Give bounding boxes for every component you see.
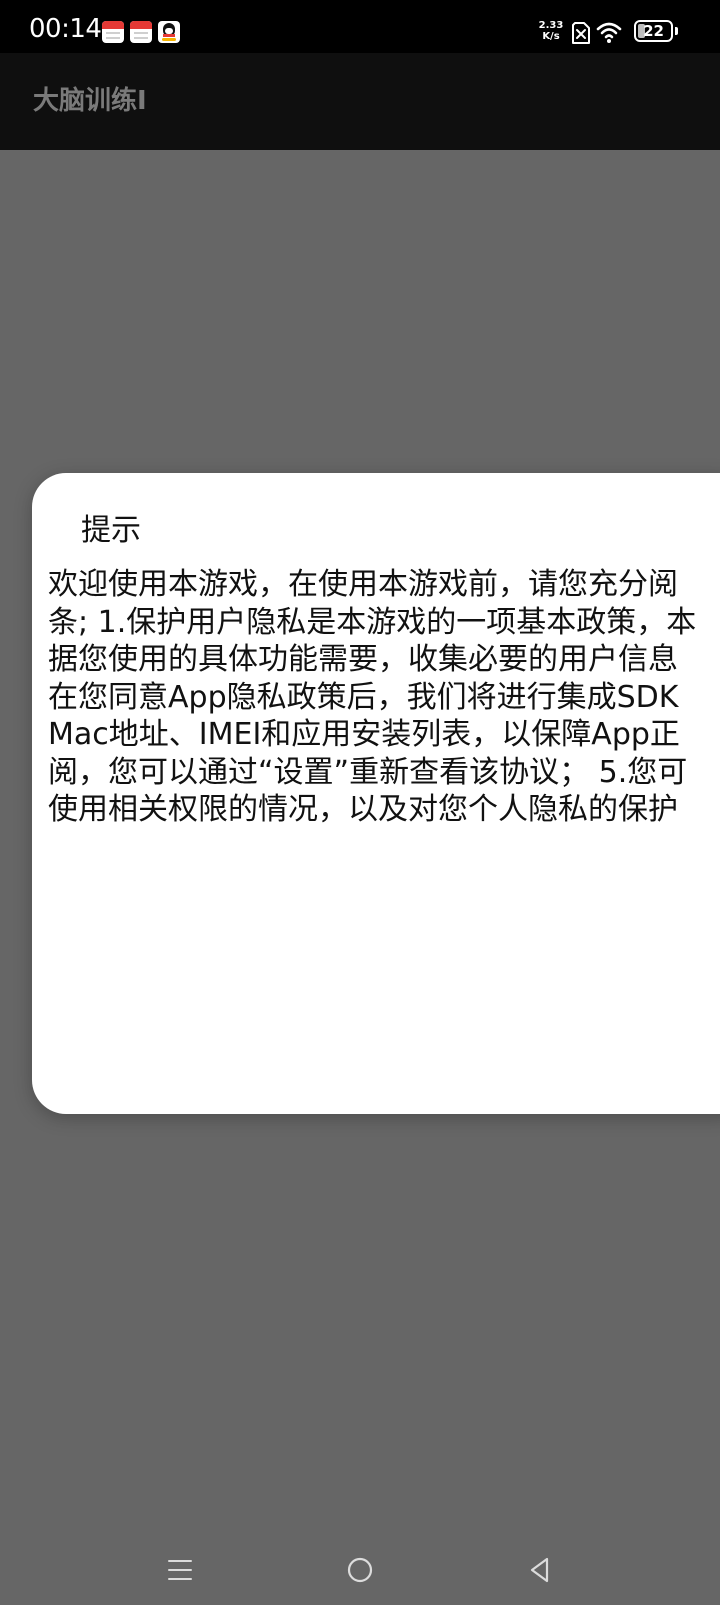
back-icon[interactable] — [524, 1554, 556, 1586]
privacy-dialog: 提示 欢迎使用本游戏，在使用本游戏前，请您充分阅 条; 1.保护用户隐私是本游戏… — [32, 473, 720, 1114]
dialog-message-line: 使用相关权限的情况，以及对您个人隐私的保护 — [48, 792, 678, 827]
status-bar: 00:14 2.33 K/s 22 — [0, 0, 720, 53]
app-title: 大脑训练I — [33, 86, 147, 116]
dialog-message-line: 阅，您可以通过“设置”重新查看该协议； 5.您可 — [48, 754, 688, 790]
battery-level: 22 — [643, 22, 664, 40]
navigation-bar — [0, 1540, 720, 1600]
menu-icon[interactable] — [164, 1554, 196, 1586]
dialog-message-line: Mac地址、IMEI和应用安装列表，以保障App正 — [48, 717, 680, 752]
wifi-icon — [596, 22, 622, 43]
app-bar: 大脑训练I — [0, 53, 720, 150]
dialog-message-line: 条; 1.保护用户隐私是本游戏的一项基本政策，本 — [48, 604, 697, 640]
screen: 00:14 2.33 K/s 22 大脑训练I 提示 欢迎使用本游戏，在使用本游… — [0, 0, 720, 1605]
dialog-message-line: 据您使用的具体功能需要，收集必要的用户信息 — [48, 642, 678, 677]
dialog-message[interactable]: 欢迎使用本游戏，在使用本游戏前，请您充分阅 条; 1.保护用户隐私是本游戏的一项… — [48, 566, 720, 829]
dialog-message-line: 在您同意App隐私政策后，我们将进行集成SDK — [48, 679, 679, 715]
net-speed-value: 2.33 — [538, 20, 564, 31]
net-speed-unit: K/s — [542, 31, 560, 42]
net-speed: 2.33 K/s — [538, 20, 564, 42]
calendar-icon — [102, 21, 124, 43]
battery-cap — [675, 27, 678, 35]
sim-disabled-icon — [572, 22, 590, 44]
status-time: 00:14 — [29, 14, 102, 44]
battery-indicator: 22 — [634, 20, 673, 42]
qq-icon — [158, 21, 180, 43]
dialog-message-line: 欢迎使用本游戏，在使用本游戏前，请您充分阅 — [48, 567, 678, 602]
dialog-title: 提示 — [81, 513, 141, 548]
calendar-icon — [130, 21, 152, 43]
home-icon[interactable] — [344, 1554, 376, 1586]
